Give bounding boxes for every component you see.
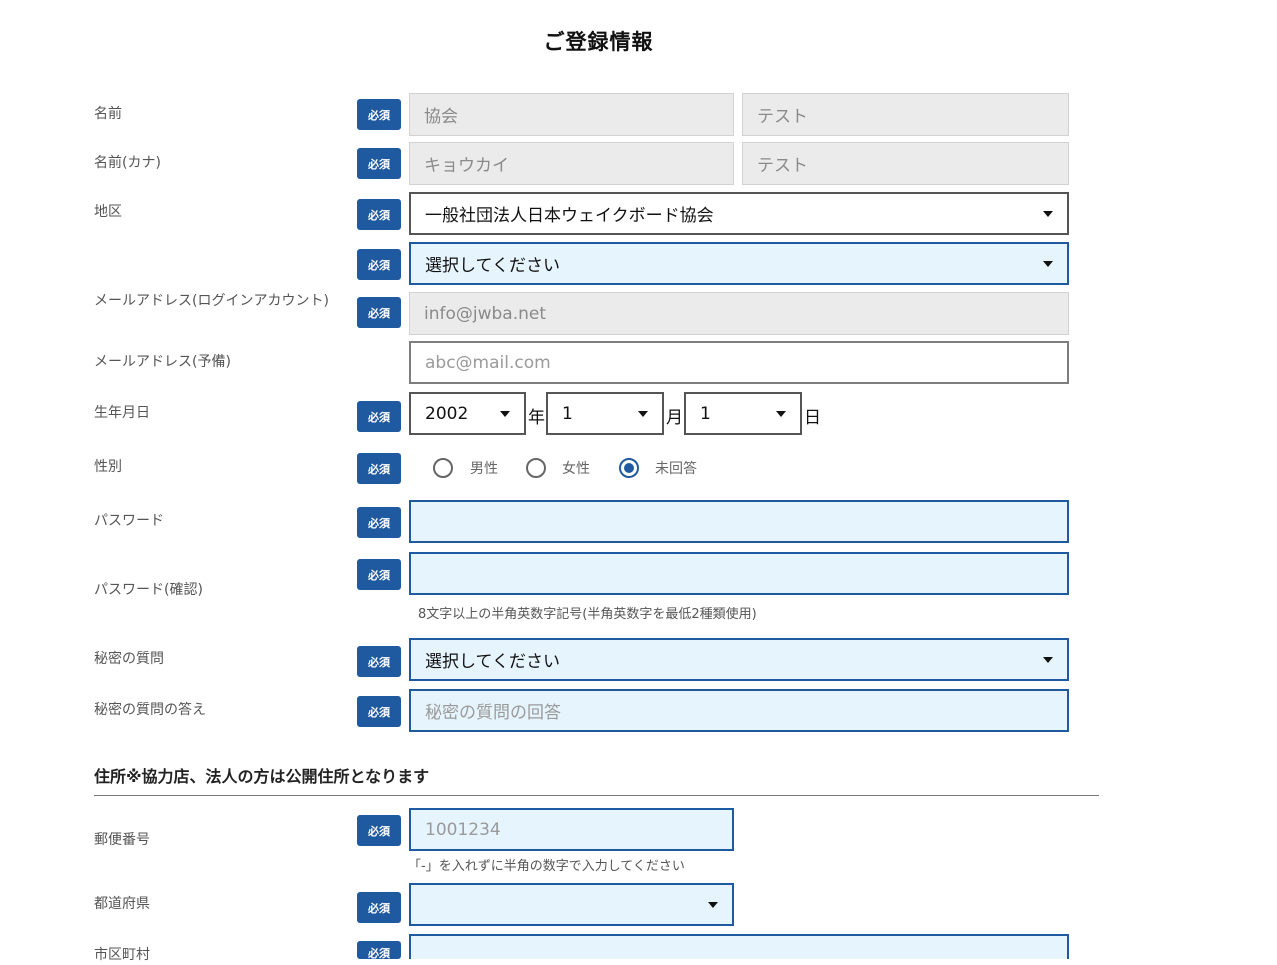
last-name-value: 協会 [424,107,458,127]
required-badge: 必須 [357,249,401,280]
region-select[interactable]: 一般社団法人日本ウェイクボード協会 [409,192,1069,235]
gender-option-male[interactable]: 男性 [470,458,498,478]
password-confirm-field[interactable] [409,552,1069,595]
address-section-heading: 住所※協力店、法人の方は公開住所となります [94,767,430,786]
secret-question-label: 秘密の質問 [94,651,164,667]
prefecture-label: 都道府県 [94,896,150,912]
secret-answer-field[interactable]: 秘密の質問の回答 [409,689,1069,732]
sub-region-select[interactable]: 選択してください [409,242,1069,285]
email-label: メールアドレス(ログインアカウント) [94,293,329,309]
email-field[interactable]: info@jwba.net [409,292,1069,335]
email-sub-field[interactable]: abc@mail.com [409,341,1069,384]
required-badge: 必須 [357,199,401,230]
prefecture-select[interactable] [409,883,734,926]
chevron-down-icon [1043,210,1053,217]
first-name-kana-field[interactable]: テスト [742,142,1069,185]
gender-option-female[interactable]: 女性 [562,458,590,478]
required-badge: 必須 [357,453,401,484]
birth-year-value: 2002 [425,403,469,424]
first-name-field[interactable]: テスト [742,93,1069,136]
city-field[interactable] [409,934,1069,959]
birth-year-select[interactable]: 2002 [409,392,526,435]
postal-label: 郵便番号 [94,832,150,848]
kana-label: 名前(カナ) [94,155,161,171]
birth-day-value: 1 [700,403,711,424]
last-name-field[interactable]: 協会 [409,93,734,136]
email-sub-label: メールアドレス(予備) [94,354,231,370]
day-unit: 日 [804,408,821,428]
required-badge: 必須 [357,507,401,538]
password-label: パスワード [94,513,164,529]
email-sub-placeholder: abc@mail.com [425,352,551,373]
last-name-kana-value: キョウカイ [424,156,509,176]
sub-region-select-value: 選択してください [425,256,560,276]
password-field[interactable] [409,500,1069,543]
first-name-value: テスト [757,107,808,127]
city-label: 市区町村 [94,947,150,963]
birth-month-value: 1 [562,403,573,424]
secret-answer-label: 秘密の質問の答え [94,702,206,718]
gender-label: 性別 [94,459,122,475]
region-select-value: 一般社団法人日本ウェイクボード協会 [425,206,714,226]
chevron-down-icon [638,410,648,417]
month-unit: 月 [666,408,683,428]
postal-code-field[interactable]: 1001234 [409,808,734,851]
gender-radio-male[interactable] [433,458,453,478]
required-badge: 必須 [357,148,401,179]
required-badge: 必須 [357,815,401,846]
first-name-kana-value: テスト [757,156,808,176]
gender-option-unanswered[interactable]: 未回答 [655,458,697,478]
name-label: 名前 [94,106,122,122]
required-badge: 必須 [357,892,401,923]
required-badge: 必須 [357,696,401,727]
last-name-kana-field[interactable]: キョウカイ [409,142,734,185]
chevron-down-icon [708,901,718,908]
secret-question-value: 選択してください [425,652,560,672]
gender-radio-unanswered[interactable] [619,458,639,478]
birth-day-select[interactable]: 1 [684,392,802,435]
required-badge: 必須 [357,646,401,677]
chevron-down-icon [500,410,510,417]
region-label: 地区 [94,204,122,220]
section-divider [94,795,1099,796]
required-badge: 必須 [357,297,401,328]
required-badge: 必須 [357,401,401,432]
required-badge: 必須 [357,941,401,959]
secret-question-select[interactable]: 選択してください [409,638,1069,681]
gender-radio-female[interactable] [526,458,546,478]
postal-code-placeholder: 1001234 [425,819,501,840]
chevron-down-icon [1043,656,1053,663]
birth-month-select[interactable]: 1 [546,392,664,435]
password-hint: 8文字以上の半角英数字記号(半角英数字を最低2種類使用) [418,607,757,622]
chevron-down-icon [1043,260,1053,267]
chevron-down-icon [776,410,786,417]
secret-answer-placeholder: 秘密の質問の回答 [425,703,561,723]
postal-hint: 「-」を入れずに半角の数字で入力してください [408,859,685,874]
email-value: info@jwba.net [424,303,547,324]
page-title: ご登録情報 [543,30,654,54]
year-unit: 年 [528,408,545,428]
password-confirm-label: パスワード(確認) [94,582,203,598]
required-badge: 必須 [357,99,401,130]
required-badge: 必須 [357,559,401,590]
birthday-label: 生年月日 [94,405,150,421]
